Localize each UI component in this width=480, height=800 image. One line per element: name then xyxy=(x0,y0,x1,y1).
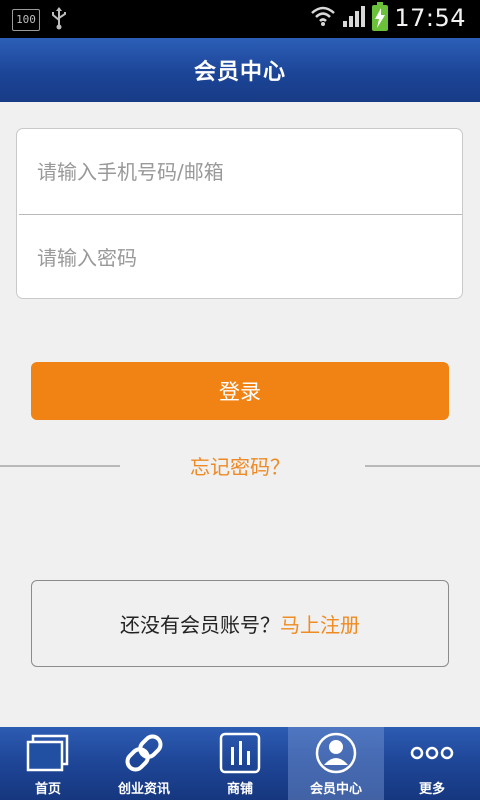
login-button[interactable]: 登录 xyxy=(31,362,449,420)
forgot-password-link[interactable]: 忘记密码？ xyxy=(0,452,480,482)
tab-home-label: 首页 xyxy=(34,782,61,797)
clock-time: 17:54 xyxy=(394,4,466,32)
status-left: 100 xyxy=(12,6,68,34)
bars-icon xyxy=(216,731,264,775)
register-box: 还没有会员账号？ 马上注册 xyxy=(31,580,449,667)
more-icon xyxy=(408,731,456,775)
home-icon xyxy=(24,731,72,775)
tab-more[interactable]: 更多 xyxy=(384,727,480,800)
tab-more-label: 更多 xyxy=(418,782,445,797)
tab-shops-label: 商铺 xyxy=(226,782,253,797)
tab-member-center[interactable]: 会员中心 xyxy=(288,727,384,800)
bottom-tab-bar: 首页 创业资讯 商铺 会员中心 更多 xyxy=(0,727,480,800)
user-icon xyxy=(312,731,360,775)
tab-shops[interactable]: 商铺 xyxy=(192,727,288,800)
status-bar: 100 17:54 xyxy=(0,0,480,38)
register-prompt: 还没有会员账号？ xyxy=(120,613,280,637)
battery-percent-icon: 100 xyxy=(12,9,40,31)
tab-startup-news[interactable]: 创业资讯 xyxy=(96,727,192,800)
password-input[interactable] xyxy=(35,244,439,271)
phone-email-input[interactable] xyxy=(35,158,439,185)
register-link[interactable]: 马上注册 xyxy=(280,609,360,638)
tab-member-center-label: 会员中心 xyxy=(309,782,362,797)
login-form xyxy=(16,128,463,299)
signal-icon xyxy=(342,4,366,32)
forgot-password-row: 忘记密码？ xyxy=(0,452,480,482)
status-right: 17:54 xyxy=(310,2,466,32)
tab-home[interactable]: 首页 xyxy=(0,727,96,800)
usb-icon xyxy=(50,6,68,34)
battery-charging-icon xyxy=(372,2,389,31)
tab-startup-news-label: 创业资讯 xyxy=(117,782,170,797)
wifi-icon xyxy=(310,5,336,31)
link-icon xyxy=(120,731,168,775)
page-title: 会员中心 xyxy=(0,38,480,102)
phone-email-field-row xyxy=(17,129,462,214)
password-field-row xyxy=(17,215,462,300)
